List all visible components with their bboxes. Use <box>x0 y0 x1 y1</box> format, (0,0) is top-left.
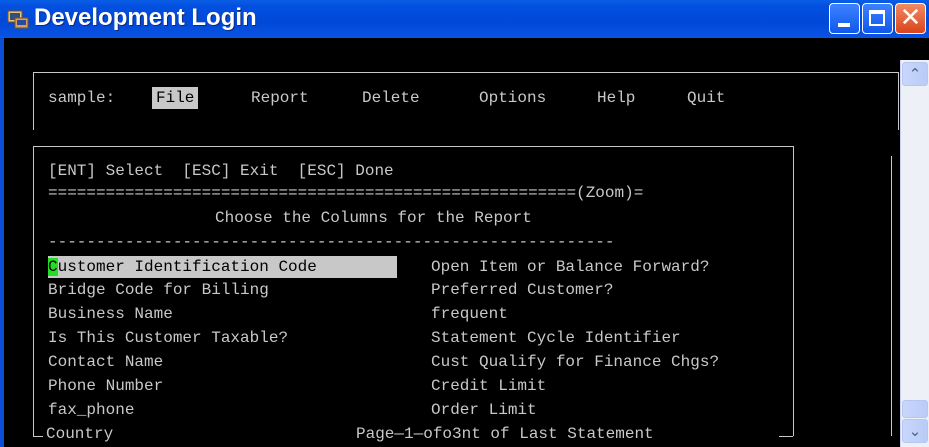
column-option[interactable]: Preferred Customer? <box>431 279 613 301</box>
minimize-icon <box>838 23 850 27</box>
chevron-up-icon: ⌃ <box>908 65 922 83</box>
text-cursor: C <box>48 258 58 276</box>
title-bar[interactable]: Development Login ✕ <box>0 0 929 38</box>
column-option[interactable]: Order Limit <box>431 399 537 421</box>
column-option[interactable]: Cust Qualify for Finance Chgs? <box>431 351 719 373</box>
column-option[interactable]: fax_phone <box>48 399 134 421</box>
maximize-button[interactable] <box>862 3 893 34</box>
menu-item-report[interactable]: Report <box>251 87 309 109</box>
dialog-left-border <box>33 146 34 436</box>
dialog-bottom-right-corner <box>779 436 793 437</box>
dialog-top-border <box>33 146 793 147</box>
menu-item-quit[interactable]: Quit <box>687 87 725 109</box>
column-option[interactable]: Business Name <box>48 303 173 325</box>
minimize-button[interactable] <box>829 3 860 34</box>
heading-separator: ----------------------------------------… <box>48 233 615 251</box>
terminal-screen[interactable]: sample: File Report Delete Options Help … <box>4 38 900 447</box>
column-option[interactable]: Credit Limit <box>431 375 546 397</box>
dialog-bottom-left-corner <box>33 436 43 437</box>
column-option[interactable]: Country <box>44 423 116 445</box>
column-option[interactable]: Phone Number <box>48 375 163 397</box>
page-indicator: Page—1—ofo3nt of Last Statement <box>354 423 656 445</box>
menu-item-delete[interactable]: Delete <box>362 87 420 109</box>
vertical-scrollbar[interactable]: ⌃ ⌄ <box>900 60 929 447</box>
chevron-down-icon: ⌄ <box>908 422 922 440</box>
menu-box-top-border <box>33 72 899 73</box>
column-option-selected[interactable]: Customer Identification Code <box>48 256 397 278</box>
menu-box-left-border <box>33 72 34 130</box>
terminal-app-icon <box>7 10 29 29</box>
close-button[interactable]: ✕ <box>895 3 926 34</box>
column-option-label: ustomer Identification Code <box>57 258 337 276</box>
column-option[interactable]: Statement Cycle Identifier <box>431 327 681 349</box>
hotkey-bar: [ENT] Select [ESC] Exit [ESC] Done <box>48 162 394 180</box>
maximize-icon <box>869 10 885 26</box>
scrollbar-thumb[interactable] <box>902 400 928 418</box>
zoom-separator: ========================================… <box>48 184 644 202</box>
column-option[interactable]: frequent <box>431 303 508 325</box>
column-option[interactable]: Bridge Code for Billing <box>48 279 269 301</box>
window-title: Development Login <box>34 4 257 31</box>
menu-app-label: sample: <box>48 89 116 107</box>
column-option[interactable]: Open Item or Balance Forward? <box>431 256 709 278</box>
scroll-down-button[interactable]: ⌄ <box>902 419 928 443</box>
menu-item-file[interactable]: File <box>152 87 199 109</box>
dialog-right-border <box>793 146 794 436</box>
scroll-up-button[interactable]: ⌃ <box>902 62 928 86</box>
menu-box-right-border <box>898 72 899 130</box>
column-option[interactable]: Contact Name <box>48 351 163 373</box>
menu-item-help[interactable]: Help <box>597 87 635 109</box>
dialog-heading: Choose the Columns for the Report <box>215 209 532 227</box>
column-option[interactable]: Is This Customer Taxable? <box>48 327 288 349</box>
close-icon: ✕ <box>899 3 922 33</box>
menu-item-options[interactable]: Options <box>479 87 546 109</box>
right-panel-border <box>891 156 892 436</box>
